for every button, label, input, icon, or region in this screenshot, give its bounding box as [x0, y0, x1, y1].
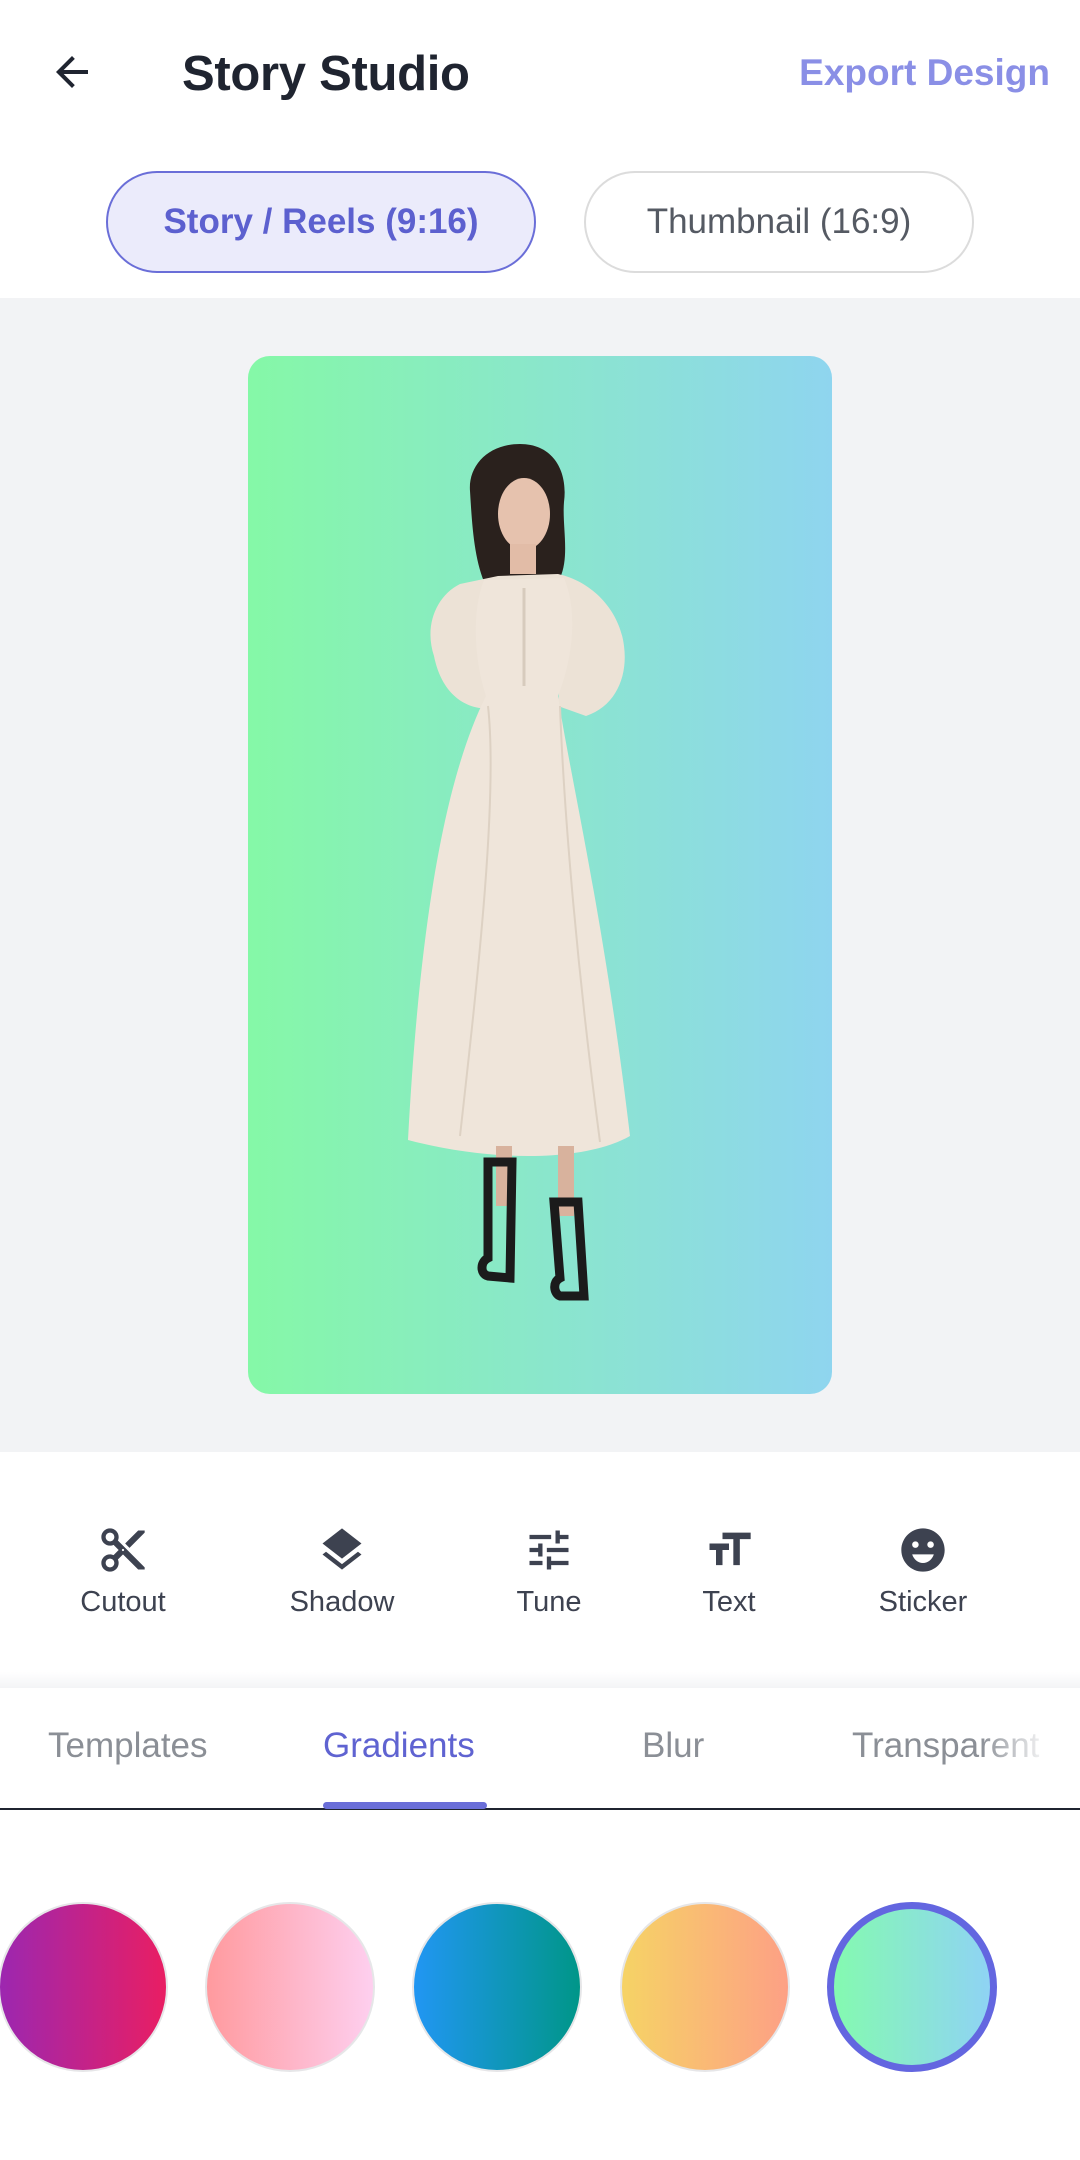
active-tab-indicator: [323, 1802, 487, 1809]
text-size-icon: [701, 1522, 757, 1578]
section-divider: [0, 1672, 1080, 1688]
model-shoe-right: [549, 1197, 589, 1301]
gradient-swatch-selected[interactable]: [827, 1902, 997, 2072]
gradient-swatch[interactable]: [0, 1902, 168, 2072]
story-canvas[interactable]: [248, 356, 832, 1394]
tab-blur[interactable]: Blur: [642, 1726, 704, 1766]
sticker-label: Sticker: [878, 1586, 968, 1618]
tab-scroll-fade: [980, 1688, 1080, 1798]
shadow-tool-button[interactable]: Shadow: [257, 1522, 427, 1619]
tab-templates[interactable]: Templates: [48, 1726, 208, 1766]
scissors-icon: [95, 1522, 151, 1578]
smiley-icon: [895, 1522, 951, 1578]
model-neck: [510, 544, 536, 574]
background-tabs: Templates Gradients Blur Transparent: [0, 1688, 1080, 1810]
layers-icon: [314, 1522, 370, 1578]
shadow-label: Shadow: [289, 1586, 395, 1618]
model-face: [498, 478, 550, 550]
arrow-left-icon: [56, 56, 88, 88]
tune-label: Tune: [516, 1586, 582, 1618]
gradient-swatch[interactable]: [205, 1902, 375, 2072]
text-label: Text: [702, 1586, 756, 1618]
format-story-reels-pill[interactable]: Story / Reels (9:16): [106, 171, 536, 273]
top-app-bar: Story Studio Export Design: [0, 0, 1080, 150]
sliders-icon: [521, 1522, 577, 1578]
tune-tool-button[interactable]: Tune: [464, 1522, 634, 1619]
tab-gradients[interactable]: Gradients: [323, 1726, 475, 1766]
cutout-tool-button[interactable]: Cutout: [38, 1522, 208, 1619]
gradient-swatch[interactable]: [412, 1902, 582, 2072]
sticker-tool-button[interactable]: Sticker: [838, 1522, 1008, 1619]
page-title: Story Studio: [182, 47, 470, 101]
gradient-swatch[interactable]: [620, 1902, 790, 2072]
cutout-label: Cutout: [80, 1586, 166, 1618]
gradient-swatch-row: [0, 1812, 1080, 2160]
text-tool-button[interactable]: Text: [644, 1522, 814, 1619]
export-design-button[interactable]: Export Design: [799, 52, 1050, 94]
tools-bar: Cutout Shadow Tune Text Sticker: [0, 1452, 1080, 1688]
back-button[interactable]: [44, 44, 100, 100]
model-cutout-image[interactable]: [248, 356, 832, 1394]
format-thumbnail-pill[interactable]: Thumbnail (16:9): [584, 171, 974, 273]
